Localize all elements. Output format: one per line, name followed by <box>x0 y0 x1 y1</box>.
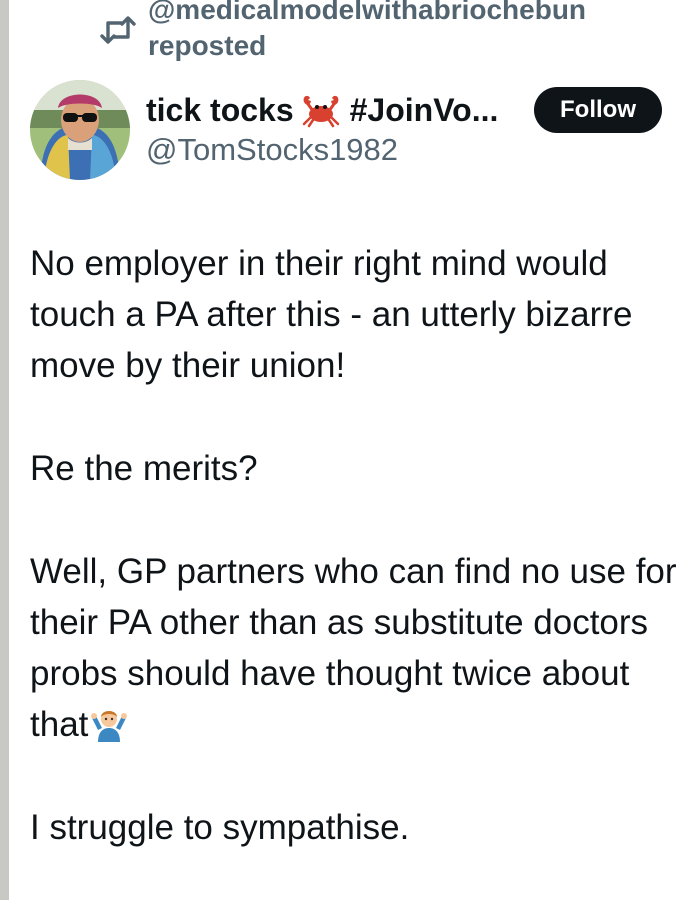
tweet-paragraph: Well, GP partners who can find no use fo… <box>30 546 680 750</box>
avatar-image <box>30 80 130 180</box>
tweet-text: No employer in their right mind would to… <box>30 238 680 905</box>
repost-icon <box>100 16 136 44</box>
follow-button[interactable]: Follow <box>534 87 662 133</box>
display-name[interactable]: tick tocks <box>146 92 294 129</box>
reposted-text: reposted <box>148 30 267 61</box>
display-name-hashtag[interactable]: #JoinVo... <box>350 92 499 129</box>
repost-label[interactable]: @medicalmodelwithabriochebun reposted <box>148 0 668 64</box>
crab-emoji-icon <box>302 95 339 128</box>
tweet-paragraph: I struggle to sympathise. <box>30 808 410 847</box>
reposter-handle[interactable]: @medicalmodelwithabriochebun <box>148 0 586 25</box>
thread-line <box>0 0 9 900</box>
person-shrugging-emoji-icon <box>91 711 128 742</box>
tweet-paragraph: No employer in their right mind would to… <box>30 244 633 385</box>
author-handle[interactable]: @TomStocks1982 <box>146 132 398 168</box>
author-name-row[interactable]: tick tocks #JoinVo... <box>146 88 498 132</box>
tweet-paragraph: Re the merits? <box>30 449 258 488</box>
avatar[interactable] <box>30 80 130 180</box>
